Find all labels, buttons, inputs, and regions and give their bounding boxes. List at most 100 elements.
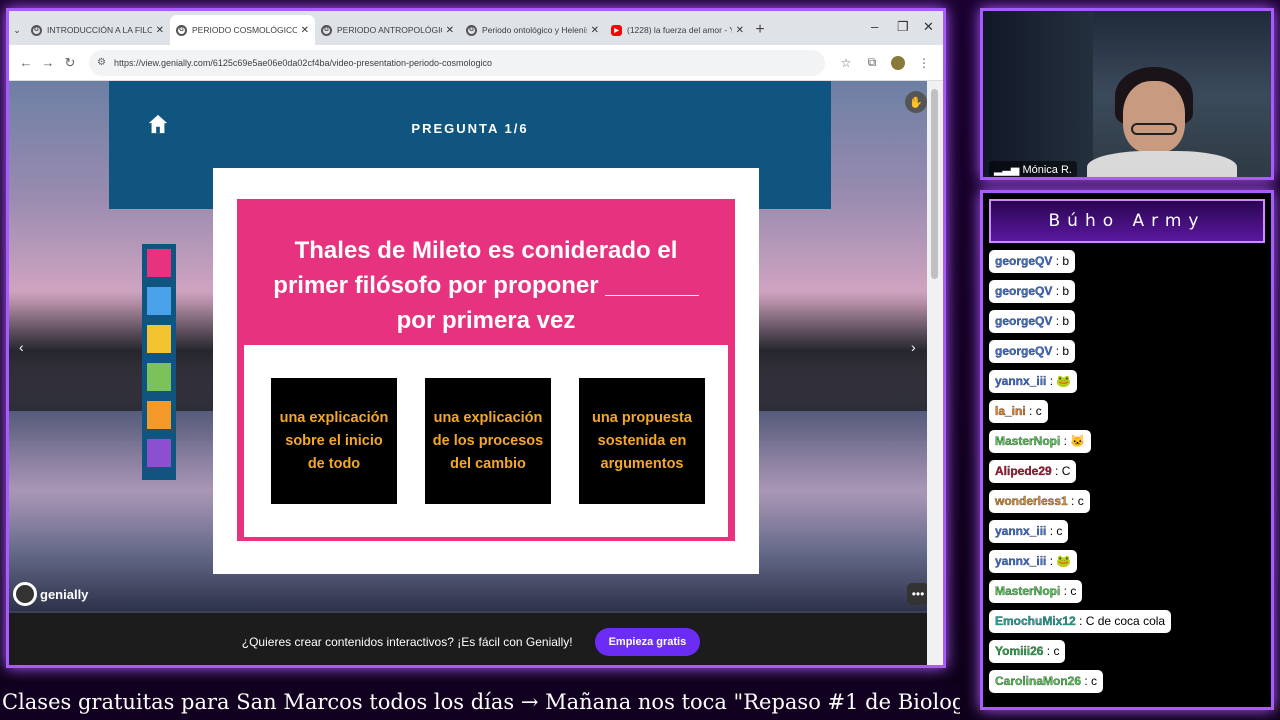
chat-text: : 🐸: [1046, 374, 1072, 388]
chat-text: : c: [1081, 674, 1098, 688]
chat-username[interactable]: CarolinaMon26: [995, 674, 1081, 688]
chat-username[interactable]: wonderless1: [995, 494, 1068, 508]
prev-slide-icon[interactable]: ‹: [19, 339, 24, 355]
question-text: Thales de Mileto es coniderado el primer…: [273, 237, 699, 334]
scrollbar-thumb[interactable]: [931, 89, 938, 279]
forward-icon[interactable]: →: [37, 55, 59, 70]
question-card: Thales de Mileto es coniderado el primer…: [213, 168, 759, 574]
minimize-icon[interactable]: –: [871, 19, 878, 34]
chat-username[interactable]: EmochuMix12: [995, 614, 1076, 628]
genially-icon: G: [31, 24, 42, 36]
chat-message: MasterNopi : c: [989, 577, 1265, 607]
answer-option-a[interactable]: una explicación sobre el inicio de todo: [271, 378, 397, 504]
chat-username[interactable]: MasterNopi: [995, 434, 1061, 448]
swatch-yellow: [147, 325, 171, 353]
chat-bubble: MasterNopi : c: [989, 580, 1083, 603]
chat-text: : b: [1052, 254, 1070, 268]
presenter-name-tag: ▂▃▅ Mónica R.: [989, 161, 1077, 177]
bookmark-star-icon[interactable]: ☆: [833, 56, 859, 70]
chat-text: : C: [1051, 464, 1071, 478]
chat-username[interactable]: la_ini: [995, 404, 1026, 418]
next-slide-icon[interactable]: ›: [911, 339, 916, 355]
swatch-pink: [147, 249, 171, 277]
close-tab-icon[interactable]: ✕: [301, 25, 309, 36]
tab-periodo-antropologico[interactable]: G PERIODO ANTROPOLÓGICO | G ✕: [315, 15, 460, 45]
new-tab-button[interactable]: +: [750, 15, 770, 45]
chat-text: : c: [1046, 524, 1063, 538]
extensions-icon[interactable]: ⧉: [859, 55, 885, 70]
webcam-panel: ▂▃▅ Mónica R.: [980, 8, 1274, 180]
chat-username[interactable]: yannx_iii: [995, 524, 1047, 538]
address-bar: ← → ↻ ⚙ https://view.genially.com/6125c6…: [9, 45, 943, 81]
chat-text: : c: [1043, 644, 1060, 658]
chat-username[interactable]: Yomiii26: [995, 644, 1044, 658]
color-swatch-column: [142, 244, 176, 480]
chat-text: : b: [1052, 314, 1070, 328]
menu-kebab-icon[interactable]: ⋮: [911, 56, 937, 70]
chat-message: Yomiii26 : c: [989, 637, 1265, 667]
chat-username[interactable]: MasterNopi: [995, 584, 1061, 598]
promo-text: ¿Quieres crear contenidos interactivos? …: [241, 635, 573, 649]
webcam-background: [983, 11, 1093, 177]
chat-text: : c: [1067, 494, 1084, 508]
genially-icon: G: [176, 24, 187, 36]
genially-icon: G: [466, 24, 477, 36]
chat-username[interactable]: georgeQV: [995, 344, 1053, 358]
chat-bubble: Yomiii26 : c: [989, 640, 1066, 663]
start-free-button[interactable]: Empieza gratis: [594, 628, 701, 656]
close-tab-icon[interactable]: ✕: [736, 25, 744, 36]
question-box: Thales de Mileto es coniderado el primer…: [237, 199, 735, 541]
tab-introduccion[interactable]: G INTRODUCCIÓN A LA FILOSOF ✕: [25, 15, 170, 45]
close-window-icon[interactable]: ✕: [923, 19, 934, 35]
chat-text: : b: [1052, 284, 1070, 298]
reload-icon[interactable]: ↻: [59, 55, 81, 71]
tab-periodo-cosmologico[interactable]: G PERIODO COSMOLÓGICO | Ge ✕: [170, 15, 315, 45]
tab-search-chevron-icon[interactable]: ⌄: [9, 15, 25, 45]
stream-layout: ⌄ G INTRODUCCIÓN A LA FILOSOF ✕ G PERIOD…: [0, 0, 1280, 720]
url-text: https://view.genially.com/6125c69e5ae06e…: [113, 57, 493, 68]
chat-username[interactable]: yannx_iii: [995, 554, 1047, 568]
answers-area: una explicación sobre el inicio de todo …: [244, 345, 728, 537]
url-field[interactable]: ⚙ https://view.genially.com/6125c69e5ae0…: [89, 49, 825, 76]
genially-promo-bar: ¿Quieres crear contenidos interactivos? …: [9, 613, 933, 665]
chat-username[interactable]: yannx_iii: [995, 374, 1047, 388]
presenter-glasses: [1131, 123, 1177, 135]
hand-pointer-icon[interactable]: ✋: [905, 91, 927, 113]
tab-label: (1228) la fuerza del amor - You: [627, 25, 732, 35]
chat-username[interactable]: georgeQV: [995, 254, 1053, 268]
profile-avatar[interactable]: [891, 55, 905, 70]
chat-message: georgeQV : b: [989, 247, 1265, 277]
maximize-icon[interactable]: ❐: [897, 19, 909, 35]
tab-bar: ⌄ G INTRODUCCIÓN A LA FILOSOF ✕ G PERIOD…: [9, 11, 943, 45]
genially-icon: G: [321, 24, 332, 36]
swatch-purple: [147, 439, 171, 467]
chat-bubble: yannx_iii : 🐸: [989, 370, 1078, 393]
more-options-icon[interactable]: •••: [907, 583, 929, 605]
chat-username[interactable]: Alipede29: [995, 464, 1052, 478]
close-tab-icon[interactable]: ✕: [446, 25, 454, 36]
back-icon[interactable]: ←: [15, 55, 37, 70]
close-tab-icon[interactable]: ✕: [156, 25, 164, 36]
chat-bubble: georgeQV : b: [989, 280, 1076, 303]
answer-option-b[interactable]: una explicación de los procesos del camb…: [425, 378, 551, 504]
tab-label: PERIODO ANTROPOLÓGICO | G: [337, 25, 442, 35]
site-info-icon[interactable]: ⚙: [97, 57, 106, 68]
close-tab-icon[interactable]: ✕: [591, 25, 599, 36]
swatch-orange: [147, 401, 171, 429]
tab-periodo-ontologico[interactable]: G Periodo ontológico y Helenísti ✕: [460, 15, 605, 45]
chat-panel: Búho Army georgeQV : b georgeQV : b george…: [980, 190, 1274, 710]
vertical-scrollbar[interactable]: [927, 81, 943, 665]
signal-bars-icon: ▂▃▅: [994, 164, 1020, 176]
answer-option-c[interactable]: una propuesta sostenida en argumentos: [579, 378, 705, 504]
chat-bubble: MasterNopi : 🐱: [989, 430, 1092, 453]
swatch-green: [147, 363, 171, 391]
tab-label: PERIODO COSMOLÓGICO | Ge: [192, 25, 297, 35]
youtube-icon: ▶: [611, 24, 622, 36]
chat-username[interactable]: georgeQV: [995, 314, 1053, 328]
chat-message: georgeQV : b: [989, 277, 1265, 307]
genially-logo[interactable]: genially: [13, 579, 89, 609]
tab-youtube[interactable]: ▶ (1228) la fuerza del amor - You ✕: [605, 15, 750, 45]
chat-bubble: wonderless1 : c: [989, 490, 1090, 513]
chat-username[interactable]: georgeQV: [995, 284, 1053, 298]
chat-text: : c: [1060, 584, 1077, 598]
